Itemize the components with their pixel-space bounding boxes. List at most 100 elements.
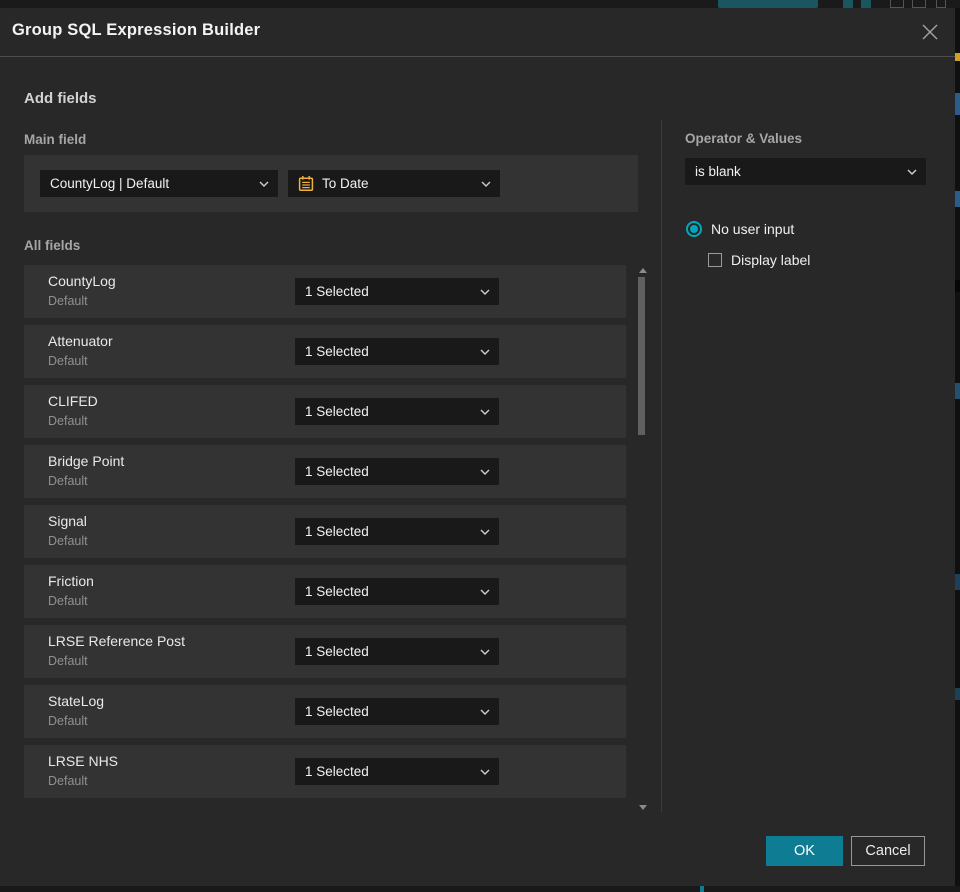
background-app-bottom-strip xyxy=(0,886,960,892)
operator-select[interactable]: is blank xyxy=(685,158,926,185)
scrollbar-thumb[interactable] xyxy=(638,277,645,435)
background-toolbar-button xyxy=(890,0,904,8)
radio-selected-icon[interactable] xyxy=(686,221,702,237)
field-row-subtitle: Default xyxy=(48,534,88,548)
chevron-down-icon xyxy=(259,181,269,187)
group-sql-expression-builder-dialog: Group SQL Expression Builder Add fields … xyxy=(0,8,955,886)
chevron-down-icon xyxy=(480,529,490,535)
field-row-name: CLIFED xyxy=(48,393,98,409)
field-row-selected-dropdown[interactable]: 1 Selected xyxy=(295,698,499,725)
background-fragment xyxy=(955,280,960,292)
main-value-select-value: To Date xyxy=(322,176,369,191)
field-row-subtitle: Default xyxy=(48,414,88,428)
field-row: Bridge Point Default 1 Selected xyxy=(24,445,626,498)
field-row-name: Friction xyxy=(48,573,94,589)
field-row-name: LRSE NHS xyxy=(48,753,119,769)
field-row-name: LRSE Reference Post xyxy=(48,633,185,649)
field-row-selected-dropdown[interactable]: 1 Selected xyxy=(295,278,499,305)
scroll-down-icon[interactable] xyxy=(639,805,647,810)
field-row-selected-dropdown[interactable]: 1 Selected xyxy=(295,638,499,665)
main-field-select-value: CountyLog | Default xyxy=(50,176,170,191)
scroll-up-icon[interactable] xyxy=(639,268,647,273)
field-row-selected-dropdown[interactable]: 1 Selected xyxy=(295,338,499,365)
main-field-panel: CountyLog | Default To Date xyxy=(24,155,638,212)
field-row-subtitle: Default xyxy=(48,594,88,608)
field-row-selected-value: 1 Selected xyxy=(305,764,369,779)
background-fragment xyxy=(955,383,960,399)
field-row: StateLog Default 1 Selected xyxy=(24,685,626,738)
background-fragment xyxy=(955,53,960,61)
dialog-title: Group SQL Expression Builder xyxy=(12,21,261,39)
cancel-button[interactable]: Cancel xyxy=(851,836,925,866)
chevron-down-icon xyxy=(480,589,490,595)
field-row-selected-dropdown[interactable]: 1 Selected xyxy=(295,518,499,545)
field-row: CLIFED Default 1 Selected xyxy=(24,385,626,438)
all-fields-label: All fields xyxy=(24,238,81,253)
chevron-down-icon xyxy=(480,349,490,355)
operator-select-value: is blank xyxy=(695,164,741,179)
app-background: Live view Group SQL Expression Builder xyxy=(0,0,960,892)
field-row-subtitle: Default xyxy=(48,654,88,668)
list-scrollbar[interactable] xyxy=(637,265,651,813)
background-fragment xyxy=(955,191,960,207)
calendar-icon xyxy=(298,175,314,192)
field-row: Attenuator Default 1 Selected xyxy=(24,325,626,378)
chevron-down-icon xyxy=(480,769,490,775)
live-view-label: Live view xyxy=(740,0,785,2)
field-row: Friction Default 1 Selected xyxy=(24,565,626,618)
chevron-down-icon xyxy=(480,469,490,475)
background-fragment xyxy=(955,688,960,700)
field-row-selected-dropdown[interactable]: 1 Selected xyxy=(295,398,499,425)
main-field-select[interactable]: CountyLog | Default xyxy=(40,170,278,197)
field-row-name: Attenuator xyxy=(48,333,113,349)
close-icon[interactable] xyxy=(918,20,942,44)
main-value-select[interactable]: To Date xyxy=(288,170,500,197)
field-row-name: CountyLog xyxy=(48,273,116,289)
background-fragment xyxy=(955,93,960,115)
field-row-selected-dropdown[interactable]: 1 Selected xyxy=(295,578,499,605)
chevron-down-icon xyxy=(480,709,490,715)
display-label-checkbox-row[interactable]: Display label xyxy=(708,252,810,268)
display-label-label: Display label xyxy=(731,252,811,268)
chevron-down-icon xyxy=(480,649,490,655)
field-row-subtitle: Default xyxy=(48,774,88,788)
background-app-top-strip: Live view xyxy=(0,0,960,8)
background-toolbar-button xyxy=(843,0,853,8)
chevron-down-icon xyxy=(481,181,491,187)
field-row-selected-value: 1 Selected xyxy=(305,404,369,419)
background-fragment xyxy=(955,574,960,590)
background-toolbar-button xyxy=(861,0,871,8)
field-row: LRSE NHS Default 1 Selected xyxy=(24,745,626,798)
checkbox-unchecked-icon[interactable] xyxy=(708,253,722,267)
operator-values-label: Operator & Values xyxy=(685,131,803,146)
chevron-down-icon xyxy=(480,409,490,415)
dialog-header: Group SQL Expression Builder xyxy=(0,8,955,57)
field-row-selected-value: 1 Selected xyxy=(305,704,369,719)
background-app-right-strip xyxy=(955,8,960,886)
field-row-selected-value: 1 Selected xyxy=(305,524,369,539)
background-toolbar-button xyxy=(936,0,946,8)
ok-button[interactable]: OK xyxy=(766,836,843,866)
field-row-name: Bridge Point xyxy=(48,453,125,469)
live-view-button[interactable]: Live view xyxy=(718,0,818,8)
field-row-subtitle: Default xyxy=(48,714,88,728)
background-toolbar-button xyxy=(912,0,926,8)
field-row-selected-value: 1 Selected xyxy=(305,284,369,299)
chevron-down-icon xyxy=(907,169,917,175)
field-row-selected-dropdown[interactable]: 1 Selected xyxy=(295,758,499,785)
no-user-input-label: No user input xyxy=(711,221,795,237)
no-user-input-radio-row[interactable]: No user input xyxy=(686,221,794,237)
add-fields-heading: Add fields xyxy=(24,90,97,107)
field-row-selected-value: 1 Selected xyxy=(305,464,369,479)
field-row: Signal Default 1 Selected xyxy=(24,505,626,558)
chevron-down-icon xyxy=(480,289,490,295)
field-row-name: Signal xyxy=(48,513,87,529)
field-row-subtitle: Default xyxy=(48,354,88,368)
field-row-selected-value: 1 Selected xyxy=(305,344,369,359)
field-row-selected-dropdown[interactable]: 1 Selected xyxy=(295,458,499,485)
field-row-subtitle: Default xyxy=(48,474,88,488)
field-row-subtitle: Default xyxy=(48,294,88,308)
field-row: LRSE Reference Post Default 1 Selected xyxy=(24,625,626,678)
field-row-selected-value: 1 Selected xyxy=(305,584,369,599)
field-row-name: StateLog xyxy=(48,693,105,709)
